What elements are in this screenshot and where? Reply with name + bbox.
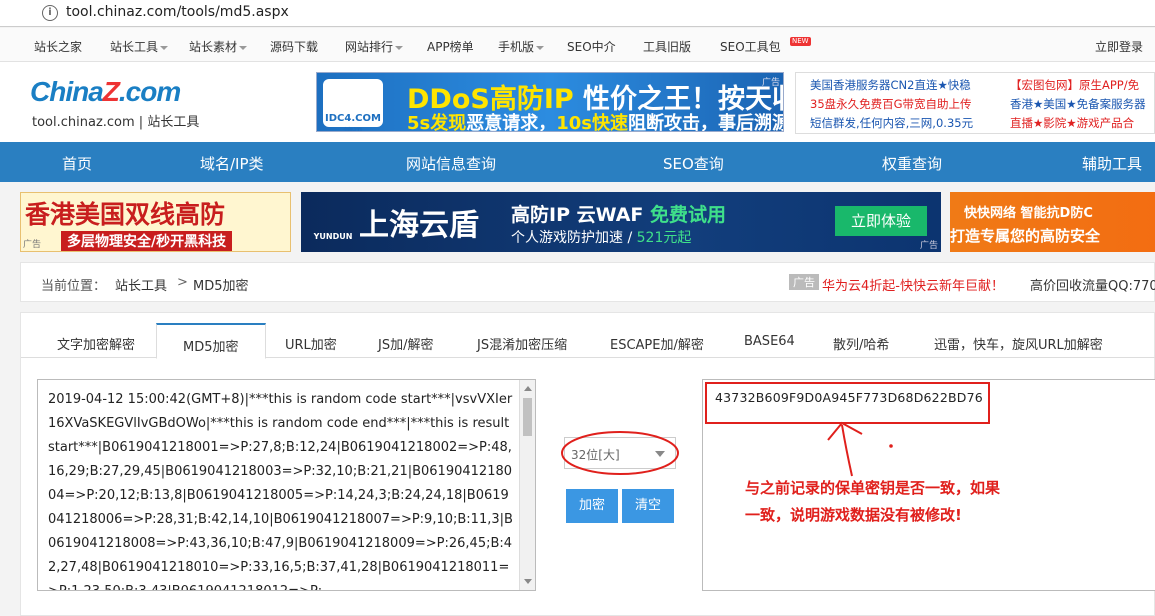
idc4-logo: IDC4.COM 德讯 xyxy=(323,79,383,131)
tab-thunder-url[interactable]: 迅雷，快车，旋风URL加解密 xyxy=(934,334,1103,353)
scroll-up-icon[interactable] xyxy=(524,386,532,391)
chevron-down-icon xyxy=(655,451,665,457)
topnav-item[interactable]: 工具旧版 xyxy=(643,38,691,55)
tab-js-obfuscate[interactable]: JS混淆加密压缩 xyxy=(477,334,567,353)
topnav-item[interactable]: SEO工具包 xyxy=(720,38,781,55)
ddos-banner-ad[interactable]: IDC4.COM 德讯 DDoS高防IP 性价之王！按天收费 5s发现恶意请求，… xyxy=(316,72,784,132)
topnav-item[interactable]: 手机版 xyxy=(498,38,545,55)
promo-link-2[interactable]: 高价回收流量QQ:770 xyxy=(1030,275,1155,294)
promo-link[interactable]: 华为云4折起-快快云新年巨献！ xyxy=(822,275,1004,294)
breadcrumb-home[interactable]: 站长工具 xyxy=(115,275,167,294)
tab-js[interactable]: JS加/解密 xyxy=(378,334,433,353)
text-ad-link[interactable]: 美国香港服务器CN2直连★快稳 xyxy=(810,76,973,95)
chevron-down-icon xyxy=(239,45,248,50)
site-header: ChinaZ.com tool.chinaz.com | 站长工具 IDC4.C… xyxy=(0,62,1155,142)
ad-label: 广告 xyxy=(919,241,938,251)
tab-escape[interactable]: ESCAPE加/解密 xyxy=(610,334,704,353)
clear-button[interactable]: 清空 xyxy=(622,489,674,523)
tab-url[interactable]: URL加密 xyxy=(285,334,337,353)
mainnav-item-tools[interactable]: 辅助工具 xyxy=(1082,153,1142,174)
text-ad-link[interactable]: 香港★美国★免备案服务器 xyxy=(1010,95,1146,114)
breadcrumb: 当前位置： 站长工具 > MD5加密 广告 华为云4折起-快快云新年巨献！ 高价… xyxy=(20,262,1155,302)
topnav-item[interactable]: 网站排行 xyxy=(345,38,404,55)
topnav-item[interactable]: 源码下载 xyxy=(270,38,318,55)
tool-tabs: 文字加密解密 MD5加密 URL加密 JS加/解密 JS混淆加密压缩 ESCAP… xyxy=(21,323,1155,359)
text-ad-link[interactable]: 【宏图包网】原生APP/免 xyxy=(1010,76,1146,95)
source-textarea[interactable]: 2019-04-12 15:00:42(GMT+8)|***this is ra… xyxy=(37,379,536,591)
tab-hash[interactable]: 散列/哈希 xyxy=(833,334,889,353)
logo-subtitle: tool.chinaz.com | 站长工具 xyxy=(32,115,200,130)
textarea-scrollbar[interactable] xyxy=(519,380,535,590)
info-icon[interactable]: i xyxy=(42,5,58,21)
breadcrumb-current: MD5加密 xyxy=(193,279,249,294)
scroll-thumb[interactable] xyxy=(523,398,532,436)
mainnav-item-seo[interactable]: SEO查询 xyxy=(663,153,724,174)
text-ad-link[interactable]: 短信群发,任何内容,三网,0.35元 xyxy=(810,114,973,133)
topnav-item[interactable]: 站长之家 xyxy=(34,38,82,55)
tab-base64[interactable]: BASE64 xyxy=(744,334,795,349)
top-nav: 站长之家 站长工具 站长素材 源码下载 网站排行 APP榜单 手机版 SEO中介… xyxy=(0,28,1155,62)
mainnav-item-domain[interactable]: 域名/IP类 xyxy=(200,153,264,174)
topnav-item[interactable]: APP榜单 xyxy=(427,38,474,55)
annotation-note: 与之前记录的保单密钥是否一致，如果 一致，说明游戏数据没有被修改! xyxy=(745,479,1001,524)
ad-label: 广告 xyxy=(789,274,819,290)
breadcrumb-label: 当前位置： xyxy=(41,279,107,294)
topnav-item[interactable]: 站长工具 xyxy=(110,38,169,55)
scroll-down-icon[interactable] xyxy=(524,579,532,584)
url-text[interactable]: tool.chinaz.com/tools/md5.aspx xyxy=(66,4,289,20)
md5-tool-panel: 文字加密解密 MD5加密 URL加密 JS加/解密 JS混淆加密压缩 ESCAP… xyxy=(20,312,1155,616)
chevron-down-icon xyxy=(536,45,545,50)
new-badge: NEW xyxy=(790,37,811,46)
md5-result: 43732B609F9D0A945F773D68D622BD76 xyxy=(715,390,983,405)
topnav-item[interactable]: SEO中介 xyxy=(567,38,616,55)
source-text: 2019-04-12 15:00:42(GMT+8)|***this is ra… xyxy=(48,392,513,590)
text-ad-link[interactable]: 直播★影院★游戏产品合 xyxy=(1010,114,1146,133)
encrypt-button[interactable]: 加密 xyxy=(566,489,618,523)
mainnav-item-home[interactable]: 首页 xyxy=(62,153,92,174)
hk-us-defense-ad[interactable]: 香港美国双线高防 多层物理安全/秒开黑科技 广告 xyxy=(20,192,291,252)
ad-label: 广告 xyxy=(761,78,780,88)
yundun-logo: YUNDUN xyxy=(313,232,353,241)
tab-text-encrypt[interactable]: 文字加密解密 xyxy=(57,334,135,353)
topnav-item[interactable]: 站长素材 xyxy=(189,38,248,55)
kuaikuai-ad[interactable]: 快快网络 智能抗D防C 打造专属您的高防安全 xyxy=(950,192,1155,252)
tab-md5[interactable]: MD5加密 xyxy=(156,323,266,359)
chevron-down-icon xyxy=(395,45,404,50)
text-ad-link[interactable]: 35盘永久免费百G带宽自助上传 xyxy=(810,95,973,114)
address-bar[interactable]: i tool.chinaz.com/tools/md5.aspx xyxy=(0,0,1155,27)
login-link[interactable]: 立即登录 xyxy=(1095,38,1143,55)
yundun-ad[interactable]: YUNDUN 上海云盾 高防IP 云WAF 免费试用 个人游戏防护加速 / 52… xyxy=(301,192,941,252)
mainnav-item-weight[interactable]: 权重查询 xyxy=(882,153,942,174)
page: i tool.chinaz.com/tools/md5.aspx 站长之家 站长… xyxy=(0,0,1155,616)
chevron-down-icon xyxy=(160,45,169,50)
mainnav-item-site-info[interactable]: 网站信息查询 xyxy=(406,153,496,174)
text-ads: 美国香港服务器CN2直连★快稳 35盘永久免费百G带宽自助上传 短信群发,任何内… xyxy=(795,72,1155,134)
breadcrumb-separator: > xyxy=(177,275,188,290)
bit-mode-select[interactable]: 32位[大] xyxy=(564,437,676,469)
chinaz-logo[interactable]: ChinaZ.com xyxy=(30,76,181,108)
main-nav: 首页 域名/IP类 网站信息查询 SEO查询 权重查询 辅助工具 xyxy=(0,142,1155,182)
ad-strip: 香港美国双线高防 多层物理安全/秒开黑科技 广告 YUNDUN 上海云盾 高防I… xyxy=(0,182,1155,260)
try-now-button[interactable]: 立即体验 xyxy=(835,206,927,236)
ad-label: 广告 xyxy=(23,240,42,250)
